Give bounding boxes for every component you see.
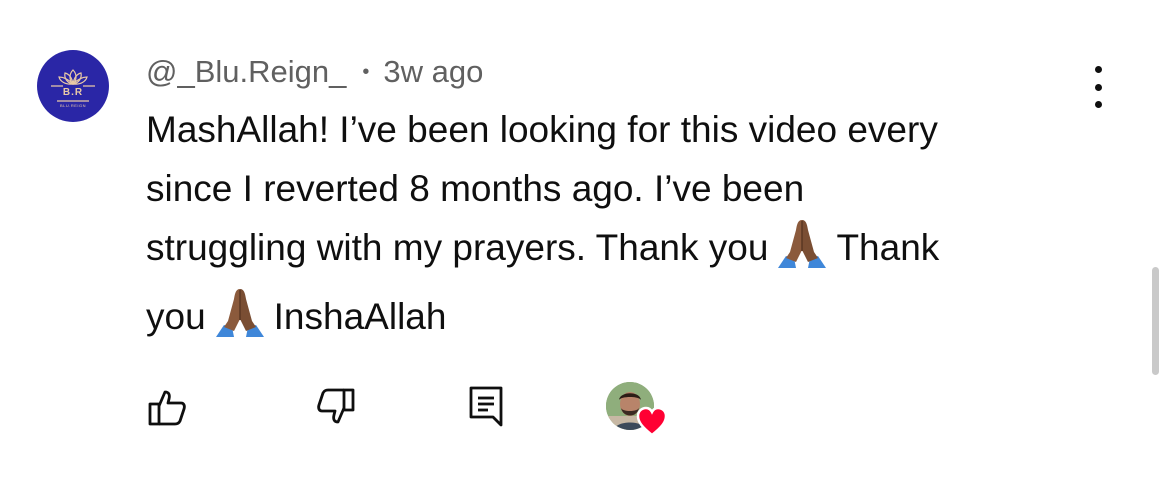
folded-hands-icon [212, 287, 268, 356]
creator-heart [606, 382, 668, 440]
more-vertical-icon [1094, 66, 1102, 73]
comment-line-2: since I reverted 8 months ago. I’ve been [146, 168, 805, 209]
comment-text-segment: struggling with my prayers. Thank you [146, 227, 769, 268]
comment-text-segment: Thank [836, 227, 940, 268]
comment-text: MashAllah! I’ve been looking for this vi… [146, 100, 1106, 356]
comment-text-segment: InshaAllah [273, 296, 447, 337]
thumbs-up-icon [148, 390, 186, 426]
comment-header: @_Blu.Reign_ • 3w ago [146, 50, 483, 94]
reply-comment-icon [469, 386, 503, 427]
author-name[interactable]: @_Blu.Reign_ [146, 54, 346, 90]
heart-icon [636, 406, 668, 436]
comment-text-segment: you [146, 296, 206, 337]
folded-hands-icon [774, 218, 830, 287]
avatar-initials: B.R [62, 87, 84, 98]
reply-button[interactable] [463, 384, 509, 430]
commenter-avatar[interactable]: B.R BLU.REIGN [37, 50, 109, 122]
scrollbar[interactable] [1152, 267, 1159, 375]
thumbs-down-icon [317, 388, 355, 424]
comment-line-3: struggling with my prayers. Thank you Tha… [146, 218, 1106, 287]
like-button[interactable] [145, 384, 191, 430]
comment-line-1: MashAllah! I’ve been looking for this vi… [146, 109, 938, 150]
avatar-tagline: BLU.REIGN [59, 103, 87, 108]
timestamp[interactable]: 3w ago [383, 54, 483, 90]
dislike-button[interactable] [312, 384, 358, 430]
lotus-logo-icon [51, 69, 95, 102]
comment-line-4: you InshaAllah [146, 287, 1106, 356]
separator-dot: • [362, 60, 370, 83]
